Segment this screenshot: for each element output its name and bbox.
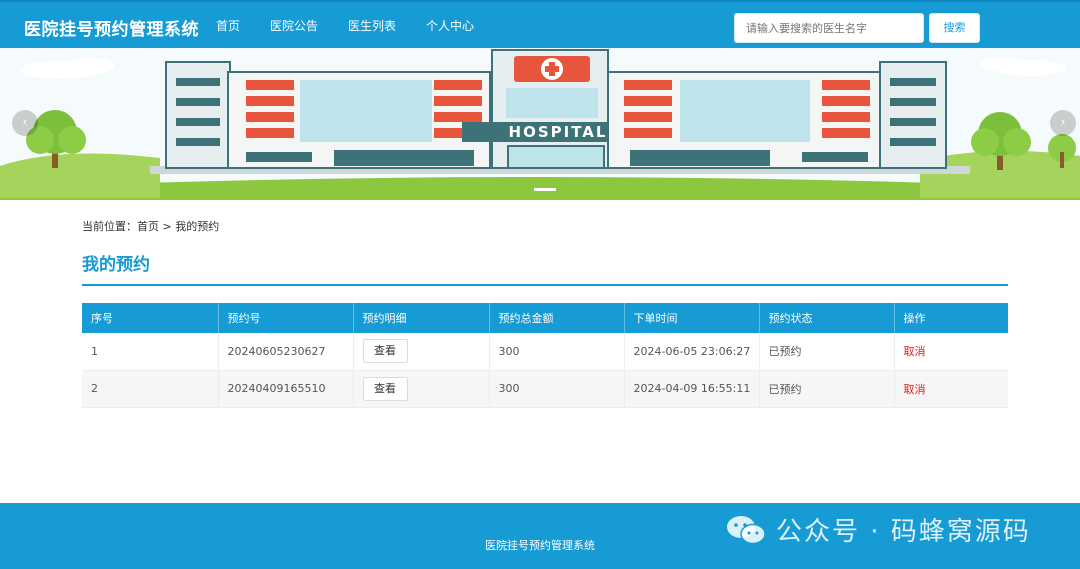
breadcrumb-current: 我的预约 — [175, 220, 220, 233]
carousel-indicator[interactable] — [534, 188, 556, 191]
cancel-appointment-link[interactable]: 取消 — [904, 383, 926, 396]
column-header-action: 操作 — [894, 303, 1008, 333]
column-header-index: 序号 — [82, 303, 219, 333]
nav-item-doctor-list[interactable]: 医生列表 — [348, 17, 396, 34]
nav-item-announcements[interactable]: 医院公告 — [270, 17, 318, 34]
column-header-order-no: 预约号 — [218, 303, 354, 333]
nav-item-personal-center[interactable]: 个人中心 — [426, 17, 474, 34]
cell-amount: 300 — [489, 333, 625, 371]
breadcrumb-prefix: 当前位置： — [82, 220, 137, 233]
column-header-amount: 预约总金额 — [489, 303, 625, 333]
cell-amount: 300 — [489, 370, 625, 408]
cell-status: 已预约 — [759, 333, 895, 371]
cell-time: 2024-04-09 16:55:11 — [624, 370, 760, 408]
cell-order-no: 20240409165510 — [218, 370, 354, 408]
main-nav: 首页 医院公告 医生列表 个人中心 — [216, 17, 504, 34]
column-header-time: 下单时间 — [624, 303, 760, 333]
site-brand[interactable]: 医院挂号预约管理系统 — [24, 15, 199, 40]
table-row: 2 20240409165510 查看 300 2024-04-09 16:55… — [82, 370, 1008, 408]
cell-detail: 查看 — [353, 370, 490, 408]
cell-time: 2024-06-05 23:06:27 — [624, 333, 760, 371]
cell-status: 已预约 — [759, 370, 895, 408]
carousel-next-arrow-icon[interactable]: › — [1050, 110, 1076, 136]
cell-action: 取消 — [894, 333, 1008, 371]
building-right-wing — [607, 61, 947, 169]
cancel-appointment-link[interactable]: 取消 — [904, 345, 926, 358]
site-footer: 公众号 · 码蜂窝源码 医院挂号预约管理系统 — [0, 503, 1080, 569]
breadcrumb-separator: > — [159, 220, 176, 233]
search-button[interactable]: 搜索 — [929, 13, 980, 43]
table-row: 1 20240605230627 查看 300 2024-06-05 23:06… — [82, 333, 1008, 371]
appointments-table: 序号 预约号 预约明细 预约总金额 下单时间 预约状态 操作 1 2024060… — [82, 303, 1008, 408]
column-header-status: 预约状态 — [759, 303, 895, 333]
title-divider — [82, 284, 1008, 286]
breadcrumb-home-link[interactable]: 首页 — [137, 220, 159, 233]
hero-banner-carousel: HOSPITAL ‹ › — [0, 48, 1080, 200]
table-header-row: 序号 预约号 预约明细 预约总金额 下单时间 预约状态 操作 — [82, 303, 1008, 333]
cell-index: 2 — [82, 370, 219, 408]
breadcrumb: 当前位置：首页 > 我的预约 — [82, 218, 219, 234]
cell-order-no: 20240605230627 — [218, 333, 354, 371]
cell-index: 1 — [82, 333, 219, 371]
cell-detail: 查看 — [353, 333, 490, 371]
nav-item-home[interactable]: 首页 — [216, 17, 240, 34]
footer-text: 医院挂号预约管理系统 — [485, 539, 595, 552]
top-navbar: 医院挂号预约管理系统 首页 医院公告 医生列表 个人中心 搜索 — [0, 0, 1080, 48]
cell-action: 取消 — [894, 370, 1008, 408]
hospital-sign: HOSPITAL — [509, 123, 608, 141]
carousel-prev-arrow-icon[interactable]: ‹ — [12, 110, 38, 136]
page-title: 我的预约 — [82, 255, 150, 275]
building-left-wing — [165, 61, 491, 169]
view-detail-button[interactable]: 查看 — [362, 339, 408, 364]
column-header-detail: 预约明细 — [353, 303, 490, 333]
doctor-search-input[interactable] — [734, 13, 924, 43]
view-detail-button[interactable]: 查看 — [362, 376, 408, 401]
hospital-illustration: HOSPITAL — [0, 49, 1080, 200]
